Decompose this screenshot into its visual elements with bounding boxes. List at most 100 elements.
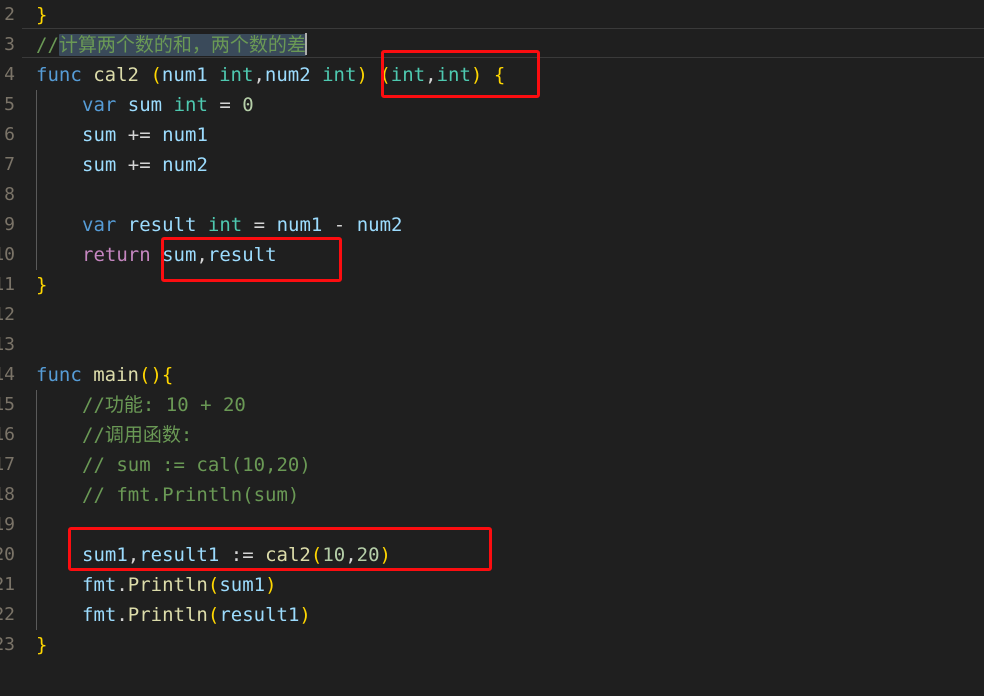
- token-number-20: 20: [357, 544, 380, 566]
- token-paren-open: (: [150, 64, 161, 86]
- token-param-num1: num1: [277, 214, 323, 236]
- code-line-comment[interactable]: //调用函数:: [22, 420, 984, 450]
- line-number: 15: [0, 390, 15, 420]
- token-comma: ,: [196, 244, 207, 266]
- token-comma: ,: [425, 64, 436, 86]
- line-number: 13: [0, 330, 15, 360]
- code-line[interactable]: var result int = num1 - num2: [22, 210, 984, 240]
- token-param-num1: num1: [162, 124, 208, 146]
- line-number: 20: [0, 540, 15, 570]
- text-cursor: [305, 33, 307, 55]
- token-var-sum: sum: [162, 244, 196, 266]
- line-number: 11: [0, 270, 15, 300]
- token-keyword-func: func: [36, 364, 82, 386]
- token-var-result: result: [128, 214, 197, 236]
- code-line-comment[interactable]: // fmt.Println(sum): [22, 480, 984, 510]
- code-line[interactable]: sum += num1: [22, 120, 984, 150]
- token-call-cal2: cal2: [265, 544, 311, 566]
- line-number: 21: [0, 570, 15, 600]
- line-number: 18: [0, 480, 15, 510]
- line-number: 16: [0, 420, 15, 450]
- line-number: 7: [0, 150, 15, 180]
- token-var-result: result: [208, 244, 277, 266]
- token-brace-open: {: [162, 364, 173, 386]
- token-minus: -: [334, 214, 345, 236]
- line-number: 22: [0, 600, 15, 630]
- token-comma: ,: [128, 544, 139, 566]
- token-paren-open: (: [311, 544, 322, 566]
- token-paren-close: ): [471, 64, 482, 86]
- token-keyword-return: return: [82, 244, 151, 266]
- token-var-sum: sum: [82, 124, 116, 146]
- token-type-int: int: [174, 94, 208, 116]
- code-line[interactable]: func cal2 (num1 int,num2 int) (int,int) …: [22, 60, 984, 90]
- token-paren-close: ): [356, 64, 367, 86]
- code-line-comment[interactable]: //功能: 10 + 20: [22, 390, 984, 420]
- token-paren-close: ): [265, 574, 276, 596]
- token-paren-open: (: [139, 364, 150, 386]
- token-param-num2: num2: [357, 214, 403, 236]
- code-line[interactable]: }: [22, 0, 984, 30]
- code-line[interactable]: var sum int = 0: [22, 90, 984, 120]
- code-line[interactable]: fmt.Println(sum1): [22, 570, 984, 600]
- token-paren-open: (: [379, 64, 390, 86]
- line-number: 23: [0, 630, 15, 660]
- code-line-blank[interactable]: [22, 330, 984, 360]
- token-equals: =: [219, 94, 230, 116]
- token-number-zero: 0: [242, 94, 253, 116]
- token-number-10: 10: [322, 544, 345, 566]
- code-line-blank[interactable]: [22, 300, 984, 330]
- code-line[interactable]: func main(){: [22, 360, 984, 390]
- token-brace-close: }: [36, 274, 47, 296]
- code-line-blank[interactable]: [22, 510, 984, 540]
- token-function-name-main: main: [93, 364, 139, 386]
- token-type-int: int: [219, 64, 253, 86]
- code-line[interactable]: }: [22, 270, 984, 300]
- code-line[interactable]: }: [22, 630, 984, 660]
- code-editor[interactable]: 2 3 4 5 6 7 8 9 10 11 12 13 14 15 16 17 …: [0, 0, 984, 696]
- token-param-num1: num1: [162, 64, 208, 86]
- token-method-println: Println: [128, 604, 208, 626]
- line-number: 14: [0, 360, 15, 390]
- token-keyword-var: var: [82, 214, 116, 236]
- token-brace-close: }: [36, 634, 47, 656]
- token-equals: =: [254, 214, 265, 236]
- token-plus-equals: +=: [128, 124, 151, 146]
- line-number: 4: [0, 60, 15, 90]
- line-number: 10: [0, 240, 15, 270]
- line-number: 2: [0, 0, 15, 30]
- code-line[interactable]: sum1,result1 := cal2(10,20): [22, 540, 984, 570]
- token-var-result1: result1: [139, 544, 219, 566]
- token-param-num2: num2: [162, 154, 208, 176]
- line-number-gutter: 2 3 4 5 6 7 8 9 10 11 12 13 14 15 16 17 …: [0, 0, 22, 696]
- code-line[interactable]: return sum,result: [22, 240, 984, 270]
- code-line-blank[interactable]: [22, 180, 984, 210]
- code-line-comment[interactable]: // sum := cal(10,20): [22, 450, 984, 480]
- line-number: 17: [0, 450, 15, 480]
- token-paren-open: (: [208, 604, 219, 626]
- token-keyword-var: var: [82, 94, 116, 116]
- code-line[interactable]: //计算两个数的和，两个数的差: [22, 30, 984, 60]
- token-paren-close: ): [299, 604, 310, 626]
- token-keyword-func: func: [36, 64, 82, 86]
- code-content[interactable]: } //计算两个数的和，两个数的差 func cal2 (num1 int,nu…: [22, 0, 984, 696]
- code-line[interactable]: fmt.Println(result1): [22, 600, 984, 630]
- token-var-sum: sum: [128, 94, 162, 116]
- code-line[interactable]: sum += num2: [22, 150, 984, 180]
- line-number: 9: [0, 210, 15, 240]
- token-package-fmt: fmt: [82, 574, 116, 596]
- token-package-fmt: fmt: [82, 604, 116, 626]
- token-brace-close: }: [36, 4, 47, 26]
- token-function-name: cal2: [93, 64, 139, 86]
- line-number: 12: [0, 300, 15, 330]
- token-comma: ,: [345, 544, 356, 566]
- line-number: 6: [0, 120, 15, 150]
- token-paren-close: ): [150, 364, 161, 386]
- line-number: 5: [0, 90, 15, 120]
- token-type-int: int: [391, 64, 425, 86]
- token-dot: .: [116, 574, 127, 596]
- token-var-sum1: sum1: [219, 574, 265, 596]
- token-declare-assign: :=: [231, 544, 254, 566]
- token-plus-equals: +=: [128, 154, 151, 176]
- line-number: 19: [0, 510, 15, 540]
